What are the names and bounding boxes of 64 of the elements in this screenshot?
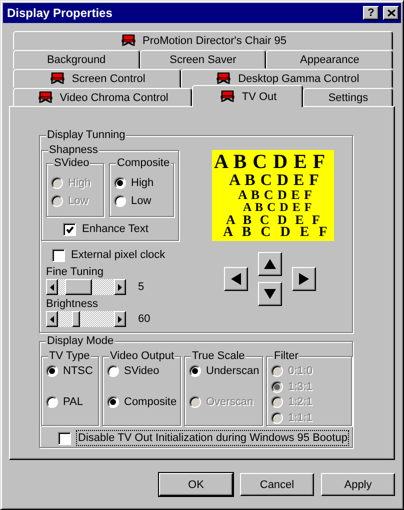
slider-value: 60 [138,312,150,326]
right-arrow-icon [298,273,310,285]
slider-label: Brightness [46,297,99,311]
group-title: Shapness [48,143,99,157]
preview-text: A B C D E F [238,188,313,201]
preview-text: A B C D E F [214,151,326,173]
radio-button[interactable]: Low [114,194,173,208]
slider-thumb[interactable] [72,311,80,327]
tab[interactable]: Desktop Gamma Control [181,69,393,88]
slider[interactable] [46,311,126,327]
chair-icon [120,34,137,47]
window-title: Display Properties [7,6,114,20]
slider[interactable] [46,279,126,295]
group-title: TV Type [48,349,91,363]
help-button[interactable]: ? [363,6,379,20]
radio-button[interactable]: High [114,176,173,190]
left-arrow-icon [230,273,242,285]
preview-text: A B C D E F [229,173,320,188]
group-title: Display Mode [46,334,115,348]
slider-value: 5 [138,280,144,294]
dialog-button[interactable]: OK [159,473,233,496]
group-title: Composite [116,156,171,170]
close-button[interactable] [383,6,399,20]
left-arrow-button[interactable] [224,267,248,291]
close-icon [386,9,396,17]
up-arrow-button[interactable] [258,252,282,276]
tab[interactable]: ProMotion Director's Chair 95 [13,31,393,50]
tab[interactable]: Screen Control [13,69,182,88]
radio-button[interactable]: PAL [46,395,98,409]
radio-button[interactable]: Composite [107,395,180,409]
chair-icon [215,72,232,85]
group-title: Video Output [109,349,176,363]
right-arrow-button[interactable] [292,267,316,291]
preview-text: A B C D E F [226,213,320,226]
preview-text: A B C D E F [223,226,328,240]
radio-button[interactable]: Underscan [189,364,262,378]
down-arrow-icon [264,288,276,300]
left-arrow-icon [50,316,54,322]
check-icon [64,224,74,234]
up-arrow-icon [264,258,276,270]
tab[interactable]: Screen Saver [140,50,266,69]
tab[interactable]: Settings [303,88,393,107]
down-arrow-button[interactable] [258,282,282,306]
tab[interactable]: Video Chroma Control [13,88,192,107]
dialog-button[interactable]: Apply [321,473,395,496]
tab[interactable]: Background [13,50,140,69]
group-title: Display Tunning [46,128,126,142]
radio-button[interactable]: SVideo [107,364,180,378]
right-arrow-icon [118,284,122,290]
slider-label: Fine Tuning [46,265,104,279]
preview-text: A B C D E F [243,201,313,213]
checkbox[interactable]: External pixel clock [52,248,181,262]
dialog-button[interactable]: Cancel [240,473,314,496]
radio-button[interactable]: NTSC [46,364,98,378]
checkbox[interactable]: Disable TV Out Initialization during Windows 95 Bootup [58,431,352,445]
chair-icon [36,91,54,104]
slider-thumb[interactable] [65,279,92,295]
chair-icon [218,90,236,103]
tab[interactable]: Appearance [266,50,394,69]
tab[interactable]: TV Out [192,85,304,107]
right-arrow-icon [118,316,122,322]
left-arrow-icon [50,284,54,290]
chair-icon [48,72,66,85]
checkbox[interactable]: Enhance Text [63,222,178,236]
